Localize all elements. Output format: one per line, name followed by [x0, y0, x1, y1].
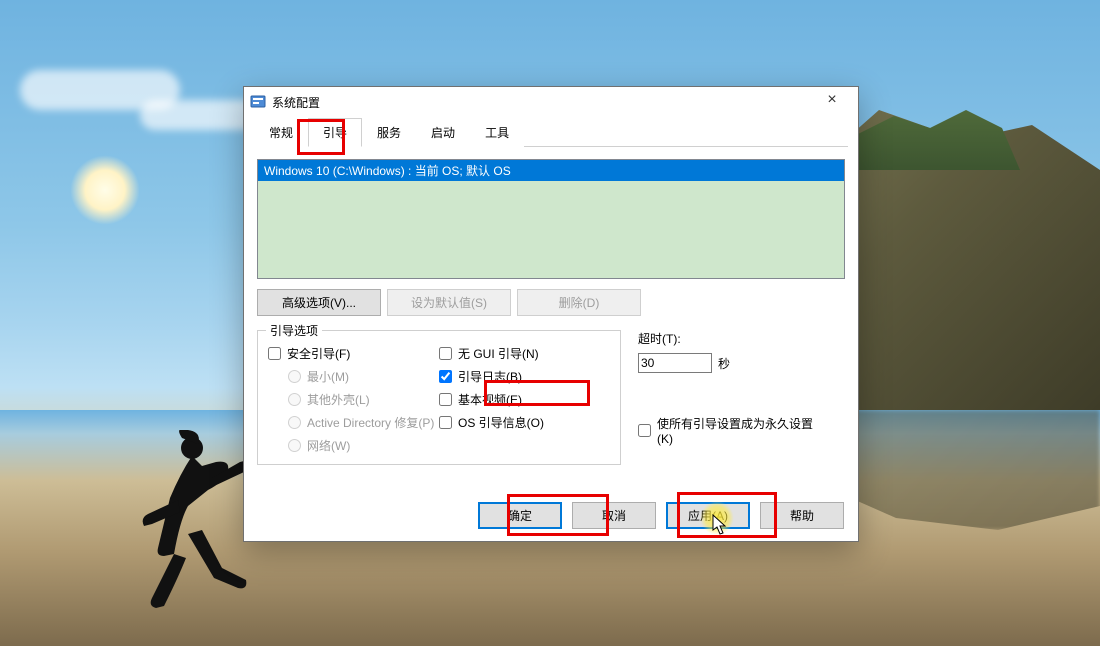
checkbox-label: 使所有引导设置成为永久设置(K)	[657, 415, 827, 446]
checkbox-input[interactable]	[439, 347, 452, 360]
button-label: 设为默认值(S)	[411, 296, 487, 310]
tab-content: Windows 10 (C:\Windows) : 当前 OS; 默认 OS 高…	[244, 147, 858, 475]
button-label: 帮助	[790, 509, 814, 523]
no-gui-checkbox[interactable]: 无 GUI 引导(N)	[439, 345, 610, 362]
radio-input	[288, 439, 301, 452]
safe-boot-checkbox[interactable]: 安全引导(F)	[268, 345, 439, 362]
tab-general[interactable]: 常规	[254, 118, 308, 147]
sun-deco	[70, 155, 140, 225]
advanced-options-button[interactable]: 高级选项(V)...	[257, 289, 381, 316]
os-list-item[interactable]: Windows 10 (C:\Windows) : 当前 OS; 默认 OS	[258, 160, 844, 181]
tab-startup[interactable]: 启动	[416, 118, 470, 147]
app-icon	[250, 94, 266, 110]
tab-strip: 常规 引导 服务 启动 工具	[254, 117, 848, 147]
group-legend: 引导选项	[266, 322, 322, 339]
checkbox-input[interactable]	[439, 393, 452, 406]
checkbox-label: OS 引导信息(O)	[458, 414, 544, 431]
radio-label: 网络(W)	[307, 437, 350, 454]
button-label: 删除(D)	[559, 296, 600, 310]
rock-grass-deco	[840, 110, 1020, 170]
tab-label: 启动	[431, 126, 455, 140]
tab-boot[interactable]: 引导	[308, 118, 362, 147]
desktop-wallpaper: 系统配置 × 常规 引导 服务 启动 工具 Windows 10 (C:\Win…	[0, 0, 1100, 646]
base-video-checkbox[interactable]: 基本视频(E)	[439, 391, 610, 408]
checkbox-label: 基本视频(E)	[458, 391, 522, 408]
radio-altshell: 其他外壳(L)	[268, 391, 439, 408]
boot-options-group: 引导选项 安全引导(F) 最小(M) 其他外壳(L) Active Direct…	[257, 330, 621, 465]
close-button[interactable]: ×	[812, 90, 852, 114]
tab-label: 引导	[323, 126, 347, 140]
window-title: 系统配置	[272, 94, 812, 111]
radio-minimal: 最小(M)	[268, 368, 439, 385]
tab-tools[interactable]: 工具	[470, 118, 524, 147]
os-listbox[interactable]: Windows 10 (C:\Windows) : 当前 OS; 默认 OS	[257, 159, 845, 279]
checkbox-input[interactable]	[439, 370, 452, 383]
os-list-item-text: Windows 10 (C:\Windows) : 当前 OS; 默认 OS	[264, 164, 511, 178]
checkbox-input[interactable]	[638, 424, 651, 437]
button-label: 取消	[602, 509, 626, 523]
os-boot-info-checkbox[interactable]: OS 引导信息(O)	[439, 414, 610, 431]
radio-label: 最小(M)	[307, 368, 349, 385]
checkbox-input[interactable]	[268, 347, 281, 360]
button-label: 高级选项(V)...	[282, 296, 356, 310]
checkbox-label: 无 GUI 引导(N)	[458, 345, 539, 362]
button-label: 应用(A)	[688, 509, 728, 523]
radio-network: 网络(W)	[268, 437, 439, 454]
radio-adrepair: Active Directory 修复(P)	[268, 414, 439, 431]
apply-button[interactable]: 应用(A)	[666, 502, 750, 529]
runner-silhouette-deco	[130, 430, 250, 620]
tab-label: 服务	[377, 126, 401, 140]
delete-button: 删除(D)	[517, 289, 641, 316]
tab-label: 常规	[269, 126, 293, 140]
tab-services[interactable]: 服务	[362, 118, 416, 147]
checkbox-label: 引导日志(B)	[458, 368, 522, 385]
radio-label: 其他外壳(L)	[307, 391, 370, 408]
titlebar[interactable]: 系统配置 ×	[244, 87, 858, 117]
checkbox-input[interactable]	[439, 416, 452, 429]
timeout-input[interactable]	[638, 353, 712, 373]
msconfig-window: 系统配置 × 常规 引导 服务 启动 工具 Windows 10 (C:\Win…	[243, 86, 859, 542]
radio-input	[288, 416, 301, 429]
close-icon: ×	[827, 91, 836, 108]
cancel-button[interactable]: 取消	[572, 502, 656, 529]
radio-input	[288, 393, 301, 406]
checkbox-label: 安全引导(F)	[287, 345, 350, 362]
radio-label: Active Directory 修复(P)	[307, 414, 434, 431]
dialog-button-row: 确定 取消 应用(A) 帮助	[478, 502, 844, 529]
button-label: 确定	[508, 509, 532, 523]
cloud-deco	[140, 100, 260, 130]
radio-input	[288, 370, 301, 383]
permanent-settings-checkbox[interactable]: 使所有引导设置成为永久设置(K)	[638, 415, 848, 446]
timeout-unit: 秒	[718, 355, 730, 372]
tab-label: 工具	[485, 126, 509, 140]
set-default-button: 设为默认值(S)	[387, 289, 511, 316]
timeout-label: 超时(T):	[638, 330, 848, 347]
boot-log-checkbox[interactable]: 引导日志(B)	[439, 368, 610, 385]
help-button[interactable]: 帮助	[760, 502, 844, 529]
ok-button[interactable]: 确定	[478, 502, 562, 529]
